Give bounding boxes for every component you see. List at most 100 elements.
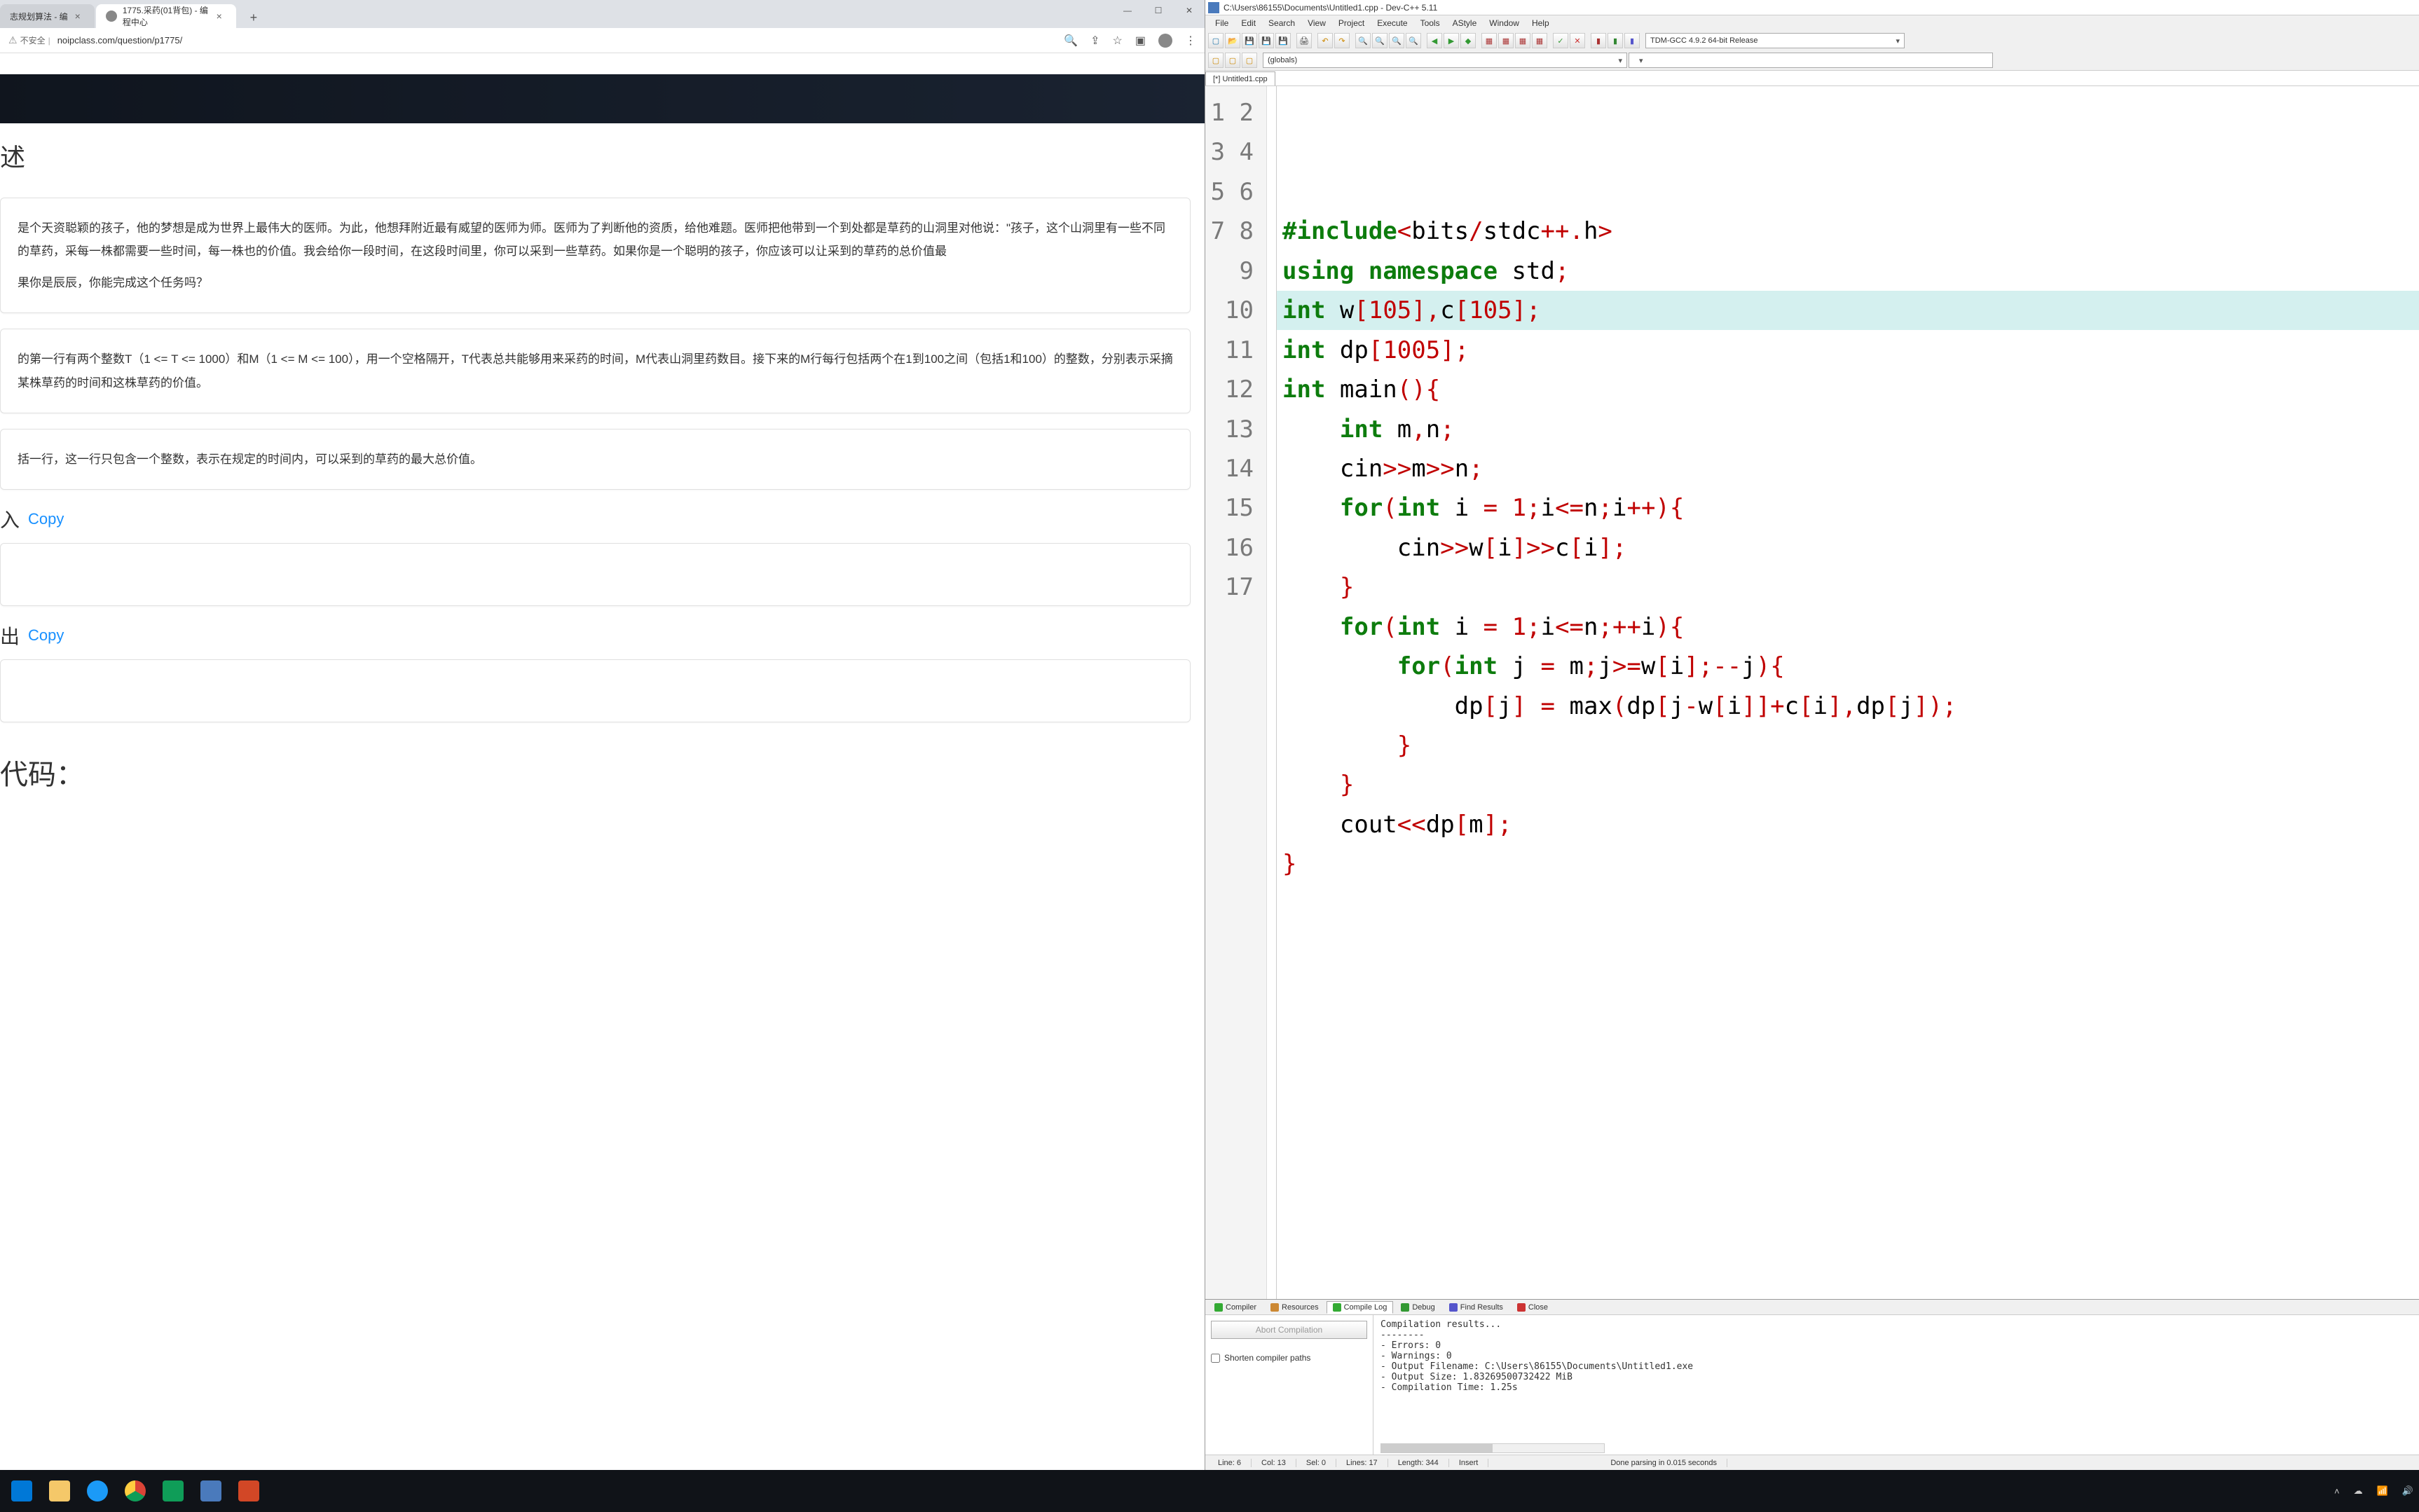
save-button[interactable]: 💾 <box>1242 33 1257 48</box>
security-indicator[interactable]: ⚠ 不安全 | <box>8 34 50 46</box>
tab-debug[interactable]: Debug <box>1394 1301 1441 1314</box>
zoom-icon[interactable]: 🔍 <box>1064 34 1078 48</box>
close-icon[interactable]: × <box>217 11 222 22</box>
tray-cloud-icon[interactable]: ☁ <box>2354 1485 2363 1497</box>
desc-text-1: 是个天资聪颖的孩子，他的梦想是成为世界上最伟大的医师。为此，他想拜附近最有威望的… <box>18 217 1173 263</box>
forward-button[interactable]: ▶ <box>1444 33 1459 48</box>
menu-astyle[interactable]: AStyle <box>1447 16 1483 30</box>
security-text: 不安全 <box>20 34 46 46</box>
warning-icon: ⚠ <box>8 34 18 46</box>
run-button[interactable]: ▦ <box>1498 33 1514 48</box>
copy-button[interactable]: Copy <box>28 626 64 645</box>
window-title: C:\Users\86155\Documents\Untitled1.cpp -… <box>1224 3 2416 13</box>
members-select[interactable] <box>1629 53 1993 68</box>
profile-icon[interactable] <box>1158 34 1172 48</box>
menu-project[interactable]: Project <box>1333 16 1370 30</box>
browser-maximize[interactable]: ☐ <box>1143 0 1174 21</box>
share-icon[interactable]: ⇪ <box>1090 34 1099 48</box>
start-button[interactable] <box>4 1473 39 1508</box>
undo-button[interactable]: ↶ <box>1317 33 1333 48</box>
compile-run-button[interactable]: ▦ <box>1515 33 1530 48</box>
compile-output[interactable]: Compilation results... -------- - Errors… <box>1373 1315 2419 1455</box>
menu-tools[interactable]: Tools <box>1415 16 1446 30</box>
saveas-button[interactable]: 💾 <box>1275 33 1291 48</box>
tab-find-results[interactable]: Find Results <box>1443 1301 1509 1314</box>
new-tab-button[interactable]: + <box>243 7 264 28</box>
menu-help[interactable]: Help <box>1526 16 1555 30</box>
compiler-select[interactable]: TDM-GCC 4.9.2 64-bit Release <box>1645 33 1905 48</box>
globals-select[interactable]: (globals) <box>1263 53 1627 68</box>
delete-profile-button[interactable]: ▮ <box>1608 33 1623 48</box>
close-icon <box>1517 1303 1526 1312</box>
window-titlebar: C:\Users\86155\Documents\Untitled1.cpp -… <box>1205 0 2419 15</box>
menu-file[interactable]: File <box>1210 16 1234 30</box>
code-area[interactable]: #include<bits/stdc++.h> using namespace … <box>1277 86 2419 1299</box>
find-files-button[interactable]: 🔍 <box>1389 33 1404 48</box>
abort-compilation-button[interactable]: Abort Compilation <box>1211 1321 1367 1339</box>
fold-column <box>1267 86 1277 1299</box>
menu-window[interactable]: Window <box>1483 16 1525 30</box>
replace-button[interactable]: 🔍 <box>1372 33 1387 48</box>
profiling-button[interactable]: ▮ <box>1624 33 1640 48</box>
line-gutter: 1 2 3 4 5 6 7 8 9 10 11 12 13 14 15 16 1… <box>1205 86 1267 1299</box>
taskbar-sheets[interactable] <box>156 1473 191 1508</box>
redo-button[interactable]: ↷ <box>1334 33 1350 48</box>
bookmark-icon[interactable]: ☆ <box>1113 34 1123 48</box>
browser-tab-1[interactable]: 1775.采药(01背包) - 编程中心 × <box>96 4 236 28</box>
browser-addressbar: ⚠ 不安全 | noipclass.com/question/p1775/ 🔍 … <box>0 28 1205 53</box>
find-button[interactable]: 🔍 <box>1355 33 1371 48</box>
stop-button[interactable]: ✕ <box>1570 33 1585 48</box>
taskbar-chrome[interactable] <box>118 1473 153 1508</box>
devcpp-window: C:\Users\86155\Documents\Untitled1.cpp -… <box>1205 0 2419 1470</box>
tray-chevron-icon[interactable]: ˄ <box>2334 1486 2340 1497</box>
status-length: Length: 344 <box>1388 1459 1449 1467</box>
saveall-button[interactable]: 💾 <box>1259 33 1274 48</box>
tab-compile-log[interactable]: Compile Log <box>1327 1301 1394 1314</box>
sidepanel-icon[interactable]: ▣ <box>1135 34 1146 48</box>
debug-button[interactable]: ✓ <box>1553 33 1568 48</box>
new-file-button[interactable]: ▢ <box>1208 33 1224 48</box>
tray-volume-icon[interactable]: 🔊 <box>2402 1485 2413 1497</box>
tray-wifi-icon[interactable]: 📶 <box>2377 1485 2388 1497</box>
taskbar-edge[interactable] <box>80 1473 115 1508</box>
close-icon[interactable]: × <box>75 11 81 22</box>
output-scrollbar[interactable] <box>1380 1443 1605 1453</box>
browser-minimize[interactable]: — <box>1112 0 1143 21</box>
status-sel: Sel: 0 <box>1296 1459 1336 1467</box>
sample-output-box <box>0 659 1191 722</box>
menu-edit[interactable]: Edit <box>1235 16 1261 30</box>
browser-tab-0[interactable]: 志规划算法 - 编 × <box>0 4 95 28</box>
url-input[interactable]: noipclass.com/question/p1775/ <box>57 35 1064 46</box>
compile-button[interactable]: ▦ <box>1481 33 1497 48</box>
profile-button[interactable]: ▮ <box>1591 33 1606 48</box>
code-editor[interactable]: 1 2 3 4 5 6 7 8 9 10 11 12 13 14 15 16 1… <box>1205 86 2419 1299</box>
goto-button[interactable]: 🔍 <box>1406 33 1421 48</box>
tab-compiler[interactable]: Compiler <box>1208 1301 1263 1314</box>
shorten-paths-checkbox[interactable]: Shorten compiler paths <box>1211 1353 1367 1363</box>
page-content: 述 是个天资聪颖的孩子，他的梦想是成为世界上最伟大的医师。为此，他想拜附近最有威… <box>0 53 1205 1470</box>
tab-close[interactable]: Close <box>1511 1301 1554 1314</box>
rebuild-button[interactable]: ▦ <box>1532 33 1547 48</box>
taskbar-powerpoint[interactable] <box>231 1473 266 1508</box>
file-tab[interactable]: [*] Untitled1.cpp <box>1205 71 1275 85</box>
tab-resources[interactable]: Resources <box>1264 1301 1325 1314</box>
bookmark-button[interactable]: ◆ <box>1460 33 1476 48</box>
taskbar-explorer[interactable] <box>42 1473 77 1508</box>
back-button[interactable]: ◀ <box>1427 33 1442 48</box>
compiler-icon <box>1214 1303 1223 1312</box>
menu-search[interactable]: Search <box>1263 16 1301 30</box>
copy-button[interactable]: Copy <box>28 510 64 528</box>
open-button[interactable]: 📂 <box>1225 33 1240 48</box>
new-class-button[interactable]: ▢ <box>1208 53 1224 68</box>
menu-icon[interactable]: ⋮ <box>1185 34 1196 48</box>
toggle-button[interactable]: ▢ <box>1242 53 1257 68</box>
menu-view[interactable]: View <box>1302 16 1331 30</box>
browser-close[interactable]: ✕ <box>1174 0 1205 21</box>
insert-button[interactable]: ▢ <box>1225 53 1240 68</box>
system-tray[interactable]: ˄ ☁ 📶 🔊 <box>2334 1485 2413 1497</box>
print-button[interactable]: 🖨 <box>1296 33 1312 48</box>
desc-text-2: 果你是辰辰，你能完成这个任务吗？ <box>18 271 1173 294</box>
taskbar-devcpp[interactable] <box>193 1473 228 1508</box>
tab-title: 志规划算法 - 编 <box>10 11 68 22</box>
menu-execute[interactable]: Execute <box>1371 16 1413 30</box>
